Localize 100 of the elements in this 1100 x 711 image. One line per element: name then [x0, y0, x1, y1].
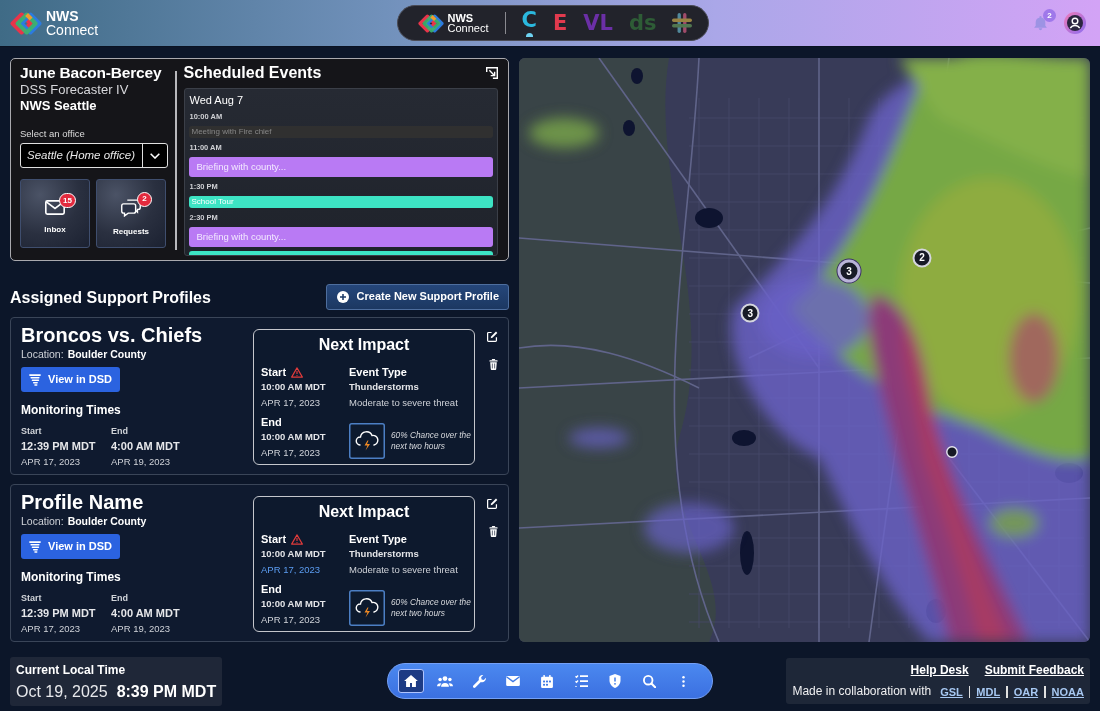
- view-in-dsd-button[interactable]: View in DSD: [21, 534, 120, 559]
- create-profile-button[interactable]: Create New Support Profile: [325, 284, 509, 310]
- time-column-label: End: [111, 592, 129, 605]
- wrench-icon: [472, 674, 486, 688]
- footer-link[interactable]: Submit Feedback: [984, 663, 1084, 678]
- field-label: Select an office: [20, 128, 86, 140]
- panel-title: Next Impact: [317, 502, 411, 522]
- office-select[interactable]: Seattle (Home office): [20, 143, 168, 168]
- logo-subtitle: Connect: [447, 22, 489, 34]
- search-icon: [642, 674, 656, 688]
- footer-link[interactable]: Help Desk: [910, 663, 969, 678]
- date-value: APR 17, 2023: [261, 613, 322, 627]
- hash-grid-icon: [672, 13, 693, 33]
- trash-icon[interactable]: [489, 359, 498, 370]
- subsection-title: Monitoring Times: [21, 403, 122, 418]
- more-icon: [681, 675, 685, 687]
- app-launcher-button[interactable]: C: [521, 8, 537, 38]
- logo-title: NWS: [447, 12, 475, 23]
- location-value: Boulder County: [67, 514, 147, 528]
- location-label: Location:: [21, 347, 64, 361]
- location-label: Location:: [21, 514, 64, 528]
- date-text: Oct 19, 2025: [16, 681, 108, 701]
- calendar-icon: [541, 674, 553, 688]
- date-value: APR 19, 2023: [111, 455, 172, 469]
- tornado-icon: [29, 373, 41, 386]
- expand-icon[interactable]: [486, 66, 498, 79]
- trash-icon[interactable]: [489, 526, 498, 537]
- date-value: APR 17, 2023: [261, 446, 322, 460]
- logo-subtitle: Connect: [46, 22, 99, 37]
- chevron-down-icon: [150, 152, 160, 159]
- time-value: 10:00 AM MDT: [261, 597, 327, 611]
- plus-circle-icon: [336, 291, 349, 303]
- profile-name: Profile Name: [21, 490, 145, 514]
- day-heading: Wed Aug 7: [188, 94, 245, 107]
- chat-bubbles-icon: [121, 198, 141, 217]
- subsection-title: Monitoring Times: [21, 570, 122, 585]
- count-badge: 15: [59, 193, 76, 209]
- storm-cloud-icon: [349, 423, 385, 459]
- office-name: NWS Seattle: [20, 98, 98, 114]
- time-text: 8:39 PM MDT: [116, 681, 217, 701]
- credit-text: Made in collaboration with: [792, 684, 932, 699]
- avatar-icon[interactable]: [1064, 12, 1086, 34]
- event-type-value: Thunderstorms: [349, 547, 420, 561]
- time-card-label: Current Local Time: [16, 662, 127, 677]
- envelope-icon: [506, 676, 520, 686]
- time-column-label: Start: [21, 592, 43, 605]
- home-icon: [404, 675, 418, 687]
- date-value: APR 19, 2023: [111, 622, 172, 636]
- location-value: Boulder County: [67, 347, 147, 361]
- user-role: DSS Forecaster IV: [20, 82, 130, 98]
- field-label: End: [261, 582, 282, 596]
- inbox-button[interactable]: 15 Inbox: [20, 179, 90, 248]
- profile-name: Broncos vs. Chiefs: [21, 323, 204, 347]
- date-value: APR 17, 2023: [21, 455, 82, 469]
- shield-icon: [609, 674, 621, 688]
- tornado-icon: [29, 540, 41, 553]
- partner-link[interactable]: GSL: [940, 684, 963, 699]
- field-label: Start: [261, 365, 287, 379]
- logo-icon: [10, 11, 42, 35]
- checklist-icon: [574, 675, 588, 687]
- panel-title: Next Impact: [317, 335, 411, 355]
- view-in-dsd-button[interactable]: View in DSD: [21, 367, 120, 392]
- logo-title: NWS: [46, 9, 80, 23]
- time-value: 4:00 AM MDT: [111, 606, 181, 621]
- edit-icon[interactable]: [487, 331, 498, 342]
- section-title: Assigned Support Profiles: [10, 287, 211, 307]
- partner-link[interactable]: MDL: [976, 684, 1001, 699]
- user-name: June Bacon-Bercey: [20, 63, 163, 82]
- requests-button[interactable]: 2 Requests: [96, 179, 166, 248]
- section-title: Scheduled Events: [183, 63, 322, 82]
- forecast-note: 60% Chance over the next two hours: [391, 597, 472, 619]
- logo-icon: [417, 13, 444, 33]
- severity-text: Moderate to severe threat: [349, 563, 459, 577]
- map-point-icon[interactable]: [945, 446, 958, 459]
- partner-link[interactable]: NOAA: [1051, 684, 1084, 699]
- date-value: APR 17, 2023: [261, 563, 322, 577]
- severity-text: Moderate to severe threat: [349, 396, 459, 410]
- people-icon: [437, 675, 453, 687]
- field-label: Event Type: [349, 365, 407, 379]
- date-value: APR 17, 2023: [21, 622, 82, 636]
- active-indicator-icon: [525, 33, 533, 37]
- forecast-note: 60% Chance over the next two hours: [391, 430, 472, 452]
- field-label: End: [261, 415, 282, 429]
- time-value: 12:39 PM MDT: [21, 606, 97, 621]
- field-label: Event Type: [349, 532, 407, 546]
- time-value: 4:00 AM MDT: [111, 439, 181, 454]
- time-value: 10:00 AM MDT: [261, 380, 327, 394]
- time-column-label: Start: [21, 425, 43, 438]
- field-label: Start: [261, 532, 287, 546]
- event-type-value: Thunderstorms: [349, 380, 420, 394]
- app-launcher-button[interactable]: E: [552, 8, 568, 38]
- time-value: 12:39 PM MDT: [21, 439, 97, 454]
- time-value: 10:00 AM MDT: [261, 430, 327, 444]
- date-value: APR 17, 2023: [261, 396, 322, 410]
- nav-button[interactable]: [398, 669, 424, 693]
- edit-icon[interactable]: [487, 498, 498, 509]
- envelope-icon: [45, 200, 65, 216]
- storm-cloud-icon: [349, 590, 385, 626]
- time-column-label: End: [111, 425, 129, 438]
- partner-link[interactable]: OAR: [1013, 684, 1039, 699]
